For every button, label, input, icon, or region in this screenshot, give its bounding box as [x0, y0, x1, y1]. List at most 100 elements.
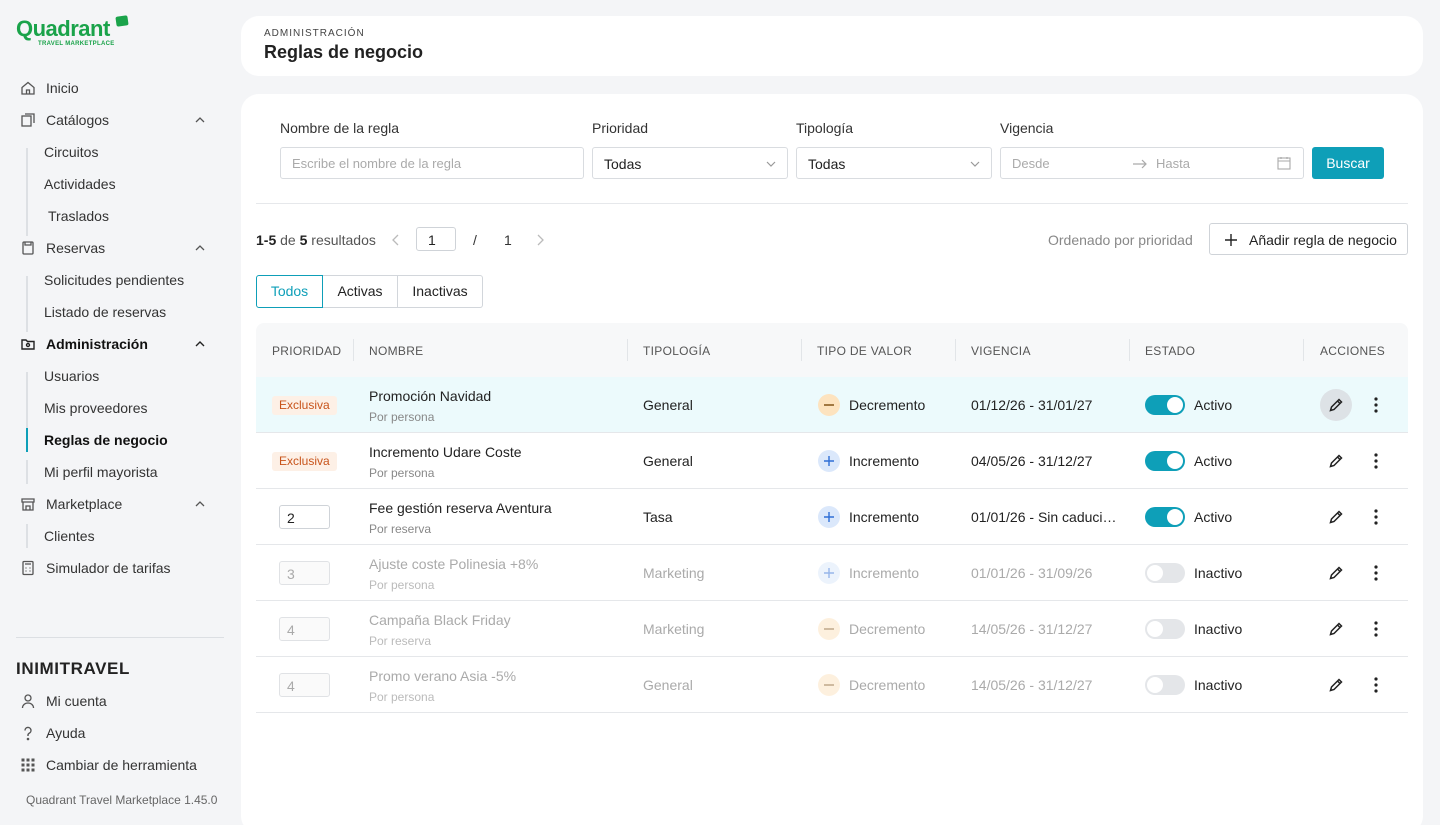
- sidebar-item-reglas-negocio[interactable]: Reglas de negocio: [0, 424, 240, 456]
- sidebar-item-reservas[interactable]: Reservas: [0, 232, 240, 264]
- status-label: Inactivo: [1194, 621, 1243, 637]
- sidebar-item-solicitudes[interactable]: Solicitudes pendientes: [0, 264, 240, 296]
- status-toggle[interactable]: [1145, 675, 1185, 695]
- page-title: Reglas de negocio: [264, 42, 424, 62]
- tab-todos[interactable]: Todos: [256, 275, 323, 308]
- sidebar-item-usuarios[interactable]: Usuarios: [0, 360, 240, 392]
- add-rule-button[interactable]: Añadir regla de negocio: [1209, 223, 1408, 255]
- more-actions-button[interactable]: [1366, 449, 1386, 473]
- results-count: 1-5 de 5 resultados: [256, 232, 376, 248]
- column-header-status[interactable]: ESTADO: [1145, 344, 1195, 358]
- column-header-type[interactable]: TIPOLOGÍA: [643, 344, 710, 358]
- more-actions-button[interactable]: [1366, 505, 1386, 529]
- table-row[interactable]: Exclusiva Incremento Udare Coste Por per…: [256, 433, 1408, 489]
- results-of: de: [280, 232, 296, 248]
- column-header-priority[interactable]: PRIORIDAD: [272, 344, 341, 358]
- edit-button[interactable]: [1320, 557, 1352, 589]
- calendar-icon[interactable]: [1277, 156, 1291, 170]
- sidebar-item-administracion[interactable]: Administración: [0, 328, 240, 360]
- table-row[interactable]: 2 Fee gestión reserva Aventura Por reser…: [256, 489, 1408, 545]
- rule-name: Fee gestión reserva Aventura: [369, 500, 552, 516]
- priority-select[interactable]: Todas: [592, 147, 788, 179]
- priority-input[interactable]: 2: [279, 505, 330, 529]
- status-toggle[interactable]: [1145, 451, 1185, 471]
- edit-button[interactable]: [1320, 669, 1352, 701]
- sort-indicator: Ordenado por prioridad: [1048, 232, 1193, 248]
- more-actions-button[interactable]: [1366, 393, 1386, 417]
- rule-type: General: [643, 677, 693, 693]
- calculator-icon: [22, 560, 34, 576]
- store-icon: [21, 498, 35, 511]
- status-label: Activo: [1194, 453, 1233, 469]
- status-toggle[interactable]: [1145, 507, 1185, 527]
- brand-name: Quadrant: [16, 16, 110, 41]
- sidebar-item-simulador[interactable]: Simulador de tarifas: [0, 552, 240, 584]
- more-actions-button[interactable]: [1366, 561, 1386, 585]
- edit-button[interactable]: [1320, 445, 1352, 477]
- column-header-name[interactable]: NOMBRE: [369, 344, 423, 358]
- tab-inactivas[interactable]: Inactivas: [398, 275, 483, 308]
- chevron-up-icon: [195, 245, 205, 251]
- edit-button[interactable]: [1320, 501, 1352, 533]
- sidebar-item-label: Reservas: [46, 240, 106, 256]
- rule-validity: 01/01/26 - Sin caducidad: [971, 509, 1117, 525]
- sidebar-item-ayuda[interactable]: Ayuda: [0, 717, 240, 749]
- priority-input[interactable]: 3: [279, 561, 330, 585]
- priority-input[interactable]: 4: [279, 673, 330, 697]
- plus-circle-icon: [818, 562, 840, 584]
- value-type: Incremento: [849, 565, 920, 581]
- status-toggle[interactable]: [1145, 619, 1185, 639]
- status-toggle[interactable]: [1145, 563, 1185, 583]
- sidebar-item-mi-cuenta[interactable]: Mi cuenta: [0, 685, 240, 717]
- rule-name-input[interactable]: Escribe el nombre de la regla: [280, 147, 584, 179]
- sidebar-item-traslados[interactable]: Traslados: [0, 200, 240, 232]
- rule-scope: Por reserva: [369, 522, 432, 536]
- sidebar-item-label: Ayuda: [46, 725, 86, 741]
- edit-button[interactable]: [1320, 389, 1352, 421]
- sidebar-item-cambiar-herramienta[interactable]: Cambiar de herramienta: [0, 749, 240, 781]
- app-version: Quadrant Travel Marketplace 1.45.0: [26, 793, 218, 807]
- sidebar-item-label: Solicitudes pendientes: [44, 272, 185, 288]
- more-actions-button[interactable]: [1366, 617, 1386, 641]
- sidebar-item-catalogos[interactable]: Catálogos: [0, 104, 240, 136]
- priority-input[interactable]: 4: [279, 617, 330, 641]
- status-toggle[interactable]: [1145, 395, 1185, 415]
- chevron-down-icon: [970, 161, 980, 167]
- table-row[interactable]: Exclusiva Promoción Navidad Por persona …: [256, 377, 1408, 433]
- rule-type: Tasa: [643, 509, 673, 525]
- search-button[interactable]: Buscar: [1312, 147, 1384, 179]
- pencil-icon: [1329, 398, 1343, 412]
- validity-range-input[interactable]: Desde Hasta: [1000, 147, 1304, 179]
- sidebar-item-listado-reservas[interactable]: Listado de reservas: [0, 296, 240, 328]
- type-select[interactable]: Todas: [796, 147, 992, 179]
- column-header-validity[interactable]: VIGENCIA: [971, 344, 1031, 358]
- sidebar: Quadrant TRAVEL MARKETPLACE Inicio Catál…: [0, 0, 240, 825]
- chevron-left-icon[interactable]: [391, 234, 401, 246]
- tab-activas[interactable]: Activas: [323, 275, 398, 308]
- sidebar-item-label: Usuarios: [44, 368, 100, 384]
- table-row[interactable]: 4 Promo verano Asia -5% Por persona Gene…: [256, 657, 1408, 713]
- page-number-input[interactable]: 1: [416, 227, 456, 251]
- chevron-right-icon[interactable]: [535, 234, 545, 246]
- brand-logo[interactable]: Quadrant TRAVEL MARKETPLACE: [16, 15, 136, 50]
- plus-circle-icon: [818, 506, 840, 528]
- edit-button[interactable]: [1320, 613, 1352, 645]
- sidebar-item-perfil-mayorista[interactable]: Mi perfil mayorista: [0, 456, 240, 488]
- page-header: ADMINISTRACIÓN Reglas de negocio: [241, 16, 1423, 76]
- chevron-up-icon: [195, 341, 205, 347]
- sidebar-item-circuitos[interactable]: Circuitos: [0, 136, 240, 168]
- sidebar-item-marketplace[interactable]: Marketplace: [0, 488, 240, 520]
- column-header-value-type[interactable]: TIPO DE VALOR: [817, 344, 912, 358]
- table-row[interactable]: 4 Campaña Black Friday Por reserva Marke…: [256, 601, 1408, 657]
- value-type: Decremento: [849, 397, 926, 413]
- value-type: Incremento: [849, 509, 920, 525]
- sidebar-item-clientes[interactable]: Clientes: [0, 520, 240, 552]
- sidebar-item-actividades[interactable]: Actividades: [0, 168, 240, 200]
- sidebar-item-inicio[interactable]: Inicio: [0, 72, 240, 104]
- table-header: PRIORIDAD NOMBRE TIPOLOGÍA TIPO DE VALOR…: [256, 323, 1408, 377]
- table-row[interactable]: 3 Ajuste coste Polinesia +8% Por persona…: [256, 545, 1408, 601]
- sidebar-item-proveedores[interactable]: Mis proveedores: [0, 392, 240, 424]
- value-type: Incremento: [849, 453, 920, 469]
- more-actions-button[interactable]: [1366, 673, 1386, 697]
- plus-circle-icon: [818, 450, 840, 472]
